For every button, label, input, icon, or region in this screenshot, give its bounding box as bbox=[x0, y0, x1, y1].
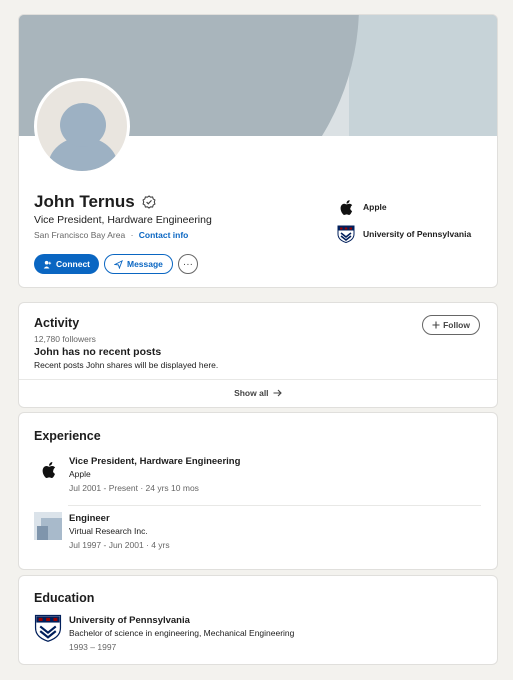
side-item-school[interactable]: University of Pennsylvania bbox=[337, 222, 471, 246]
experience-role: Engineer bbox=[69, 513, 110, 524]
activity-title: Activity bbox=[34, 316, 80, 330]
send-icon bbox=[114, 259, 123, 269]
name-row: John Ternus bbox=[34, 192, 156, 212]
education-card: Education University of Pennsylvania Bac… bbox=[18, 575, 498, 665]
add-person-icon bbox=[43, 260, 52, 269]
profile-card: John Ternus Vice President, Hardware Eng… bbox=[18, 14, 498, 288]
education-degree: Bachelor of science in engineering, Mech… bbox=[69, 628, 295, 638]
experience-company: Apple bbox=[69, 469, 91, 479]
experience-card: Experience Vice President, Hardware Engi… bbox=[18, 412, 498, 570]
plus-icon bbox=[432, 321, 440, 329]
contact-info-link[interactable]: Contact info bbox=[139, 230, 189, 240]
avatar[interactable] bbox=[34, 78, 130, 174]
penn-shield-icon bbox=[337, 225, 355, 243]
penn-shield-icon bbox=[34, 614, 62, 642]
connect-label: Connect bbox=[56, 259, 90, 269]
location-separator: · bbox=[130, 230, 134, 240]
location-row: San Francisco Bay Area · Contact info bbox=[34, 230, 188, 240]
show-all-activity-link[interactable]: Show all bbox=[19, 388, 497, 398]
show-all-label: Show all bbox=[234, 388, 269, 398]
activity-divider bbox=[19, 379, 497, 380]
apple-logo-icon bbox=[34, 455, 62, 483]
experience-title: Experience bbox=[34, 429, 101, 443]
arrow-right-icon bbox=[273, 389, 282, 397]
follow-button[interactable]: Follow bbox=[422, 315, 480, 335]
experience-divider bbox=[68, 505, 481, 506]
message-button[interactable]: Message bbox=[104, 254, 173, 274]
education-item-penn[interactable]: University of Pennsylvania Bachelor of s… bbox=[34, 614, 294, 654]
follow-label: Follow bbox=[443, 320, 470, 330]
experience-dates: Jul 1997 - Jun 2001 · 4 yrs bbox=[69, 540, 170, 550]
message-label: Message bbox=[127, 259, 163, 269]
followers-count: 12,780 followers bbox=[34, 334, 96, 344]
profile-headline: Vice President, Hardware Engineering bbox=[34, 214, 212, 226]
profile-name: John Ternus bbox=[34, 192, 135, 211]
side-item-company[interactable]: Apple bbox=[337, 195, 471, 219]
more-actions-button[interactable]: ··· bbox=[177, 254, 198, 274]
experience-company: Virtual Research Inc. bbox=[69, 526, 148, 536]
connect-button[interactable]: Connect bbox=[34, 254, 99, 274]
no-posts-title: John has no recent posts bbox=[34, 346, 162, 358]
experience-dates: Jul 2001 - Present · 24 yrs 10 mos bbox=[69, 483, 199, 493]
experience-item-virtual-research[interactable]: Engineer Virtual Research Inc. Jul 1997 … bbox=[34, 512, 170, 552]
education-school: University of Pennsylvania bbox=[69, 615, 190, 626]
experience-role: Vice President, Hardware Engineering bbox=[69, 456, 241, 467]
experience-item-apple[interactable]: Vice President, Hardware Engineering App… bbox=[34, 455, 240, 495]
no-posts-subtitle: Recent posts John shares will be display… bbox=[34, 360, 219, 370]
apple-logo-icon bbox=[337, 198, 355, 216]
profile-actions: Connect Message ··· bbox=[34, 254, 198, 274]
activity-card: Activity Follow 12,780 followers John ha… bbox=[18, 302, 498, 408]
profile-location: San Francisco Bay Area bbox=[34, 230, 126, 240]
verified-badge-icon[interactable] bbox=[142, 195, 156, 209]
education-title: Education bbox=[34, 591, 95, 605]
education-dates: 1993 – 1997 bbox=[69, 642, 117, 652]
profile-side-list: Apple University of Pennsylvania bbox=[337, 195, 471, 249]
side-item-school-label: University of Pennsylvania bbox=[363, 229, 472, 239]
company-placeholder-icon bbox=[34, 512, 62, 540]
more-icon: ··· bbox=[182, 258, 193, 270]
side-item-company-label: Apple bbox=[363, 202, 387, 212]
